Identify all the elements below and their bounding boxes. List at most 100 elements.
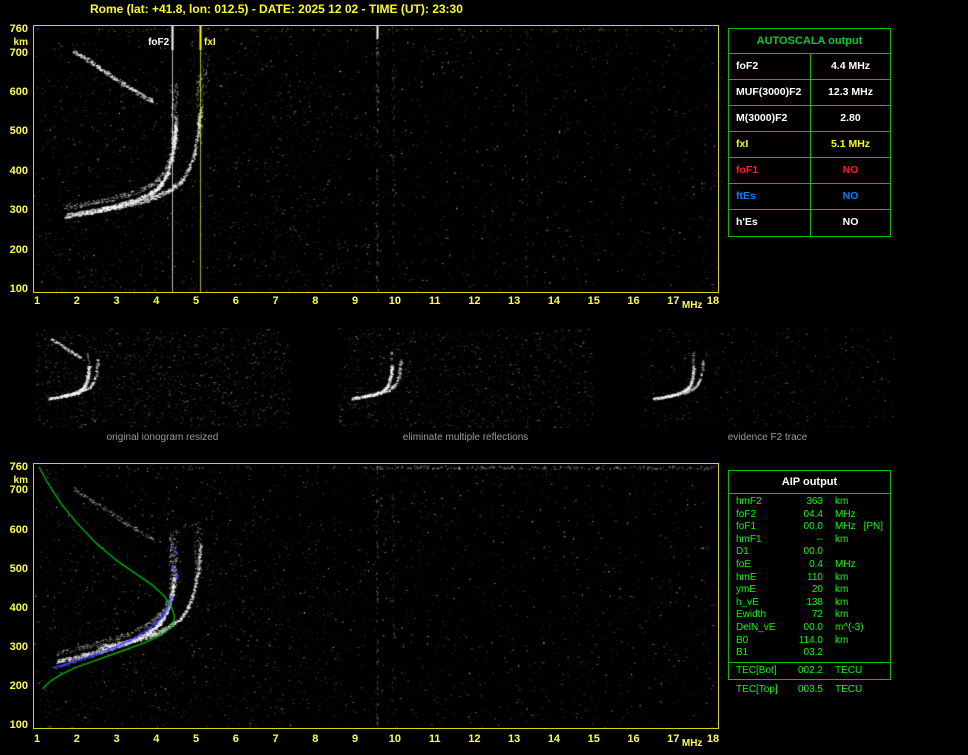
x-axis-tick-label: 10	[388, 733, 401, 745]
top-ionogram-plot: foF2 fxI	[33, 25, 719, 293]
x-axis-tick-label: 9	[352, 733, 359, 745]
bottom-ionogram-canvas	[34, 464, 718, 728]
thumbnail-caption: original ionogram resized	[106, 432, 219, 443]
param-value: --	[816, 533, 823, 545]
param-unit: km	[835, 584, 849, 596]
aip-row-TEC-top: TEC[Top] 003.5 TECU	[728, 684, 891, 697]
x-axis-tick-label: 12	[468, 733, 481, 745]
aip-row-TEC-bot: TEC[Bot] 002.2 TECU	[729, 665, 890, 678]
x-axis-tick-label: 7	[272, 733, 279, 745]
aip-row-foF2: foF2 04.4 MHz	[729, 509, 890, 522]
y-axis-tick-label: 100	[9, 719, 28, 731]
param-label: DelN_vE	[736, 621, 776, 633]
param-value: 00.0	[803, 546, 823, 558]
param-label: hmF1	[736, 533, 762, 545]
table-row-foF1: foF1 NO	[729, 158, 890, 184]
param-value: NO	[842, 190, 859, 202]
param-value: 20	[811, 584, 823, 596]
param-value: 00.0	[803, 521, 823, 533]
param-unit: MHz	[835, 508, 856, 520]
y-axis-tick-label: 700	[9, 46, 28, 59]
y-axis-tick-label: 500	[9, 125, 28, 138]
aip-row-D1: D1 00.0	[729, 546, 890, 559]
param-value: 0.4	[809, 558, 823, 570]
x-axis-tick-label: 3	[113, 733, 120, 745]
param-value: NO	[842, 216, 859, 228]
param-unit: MHz	[835, 558, 856, 570]
x-axis-tick-label: 18	[706, 295, 720, 307]
table-row-ftEs: ftEs NO	[729, 184, 890, 210]
param-label: B1	[736, 647, 749, 659]
param-label: h_vE	[736, 596, 759, 608]
x-axis-tick-label: 4	[153, 733, 160, 745]
param-label: foF1	[736, 521, 757, 533]
param-unit: TECU	[835, 684, 863, 695]
y-axis-tick-label: 300	[9, 640, 28, 653]
y-axis-tick-label: 100	[9, 283, 28, 295]
param-value: 114.0	[798, 634, 823, 646]
param-label: hmF2	[736, 496, 762, 507]
param-value: 138	[806, 596, 823, 608]
y-axis-tick-label: 200	[9, 679, 28, 692]
aip-row-B0: B0 114.0 km	[729, 635, 890, 648]
x-axis-tick-label: 6	[232, 295, 239, 307]
x-axis-tick-label: 11	[428, 295, 441, 307]
param-value: 4.4 MHz	[830, 60, 871, 72]
table-row-hEs: h'Es NO	[729, 210, 890, 236]
x-axis-tick-label: 5	[192, 733, 200, 745]
autoscala-output-table: AUTOSCALA output foF2 4.4 MHz MUF(3000)F…	[728, 28, 891, 237]
y-axis-tick-label: 700	[9, 484, 28, 497]
param-value: 110	[807, 571, 823, 583]
x-axis-tick-label: 13	[508, 295, 521, 307]
x-axis-tick-label: 1	[33, 733, 41, 745]
table-row-MUF3000F2: MUF(3000)F2 12.3 MHz	[729, 80, 890, 106]
param-value: 00.0	[803, 621, 823, 633]
aip-row-ymE: ymE 20 km	[729, 584, 890, 597]
param-label: D1	[736, 546, 749, 558]
x-axis-tick-label: 1	[33, 295, 41, 307]
param-unit: km	[835, 634, 849, 646]
param-label: hmE	[736, 571, 757, 583]
param-note: [PN]	[863, 521, 884, 533]
x-axis-tick-label: 11	[428, 733, 441, 745]
y-axis-tick-label: 400	[9, 601, 28, 614]
x-axis-tick-label: 2	[73, 295, 80, 307]
aip-output-table: AIP output hmF2 363 km foF2 04.4 MHz foF…	[728, 470, 891, 681]
param-unit: km	[835, 571, 849, 583]
param-value: NO	[842, 164, 859, 176]
autoscala-table-title: AUTOSCALA output	[729, 29, 890, 54]
x-axis-tick-label: 2	[73, 733, 80, 745]
x-axis-tick-label: 12	[468, 295, 481, 307]
param-value: 002.2	[797, 664, 823, 676]
param-value: 5.1 MHz	[830, 138, 871, 150]
param-value: 72	[811, 609, 823, 621]
x-axis-unit-label: MHz	[681, 738, 703, 749]
x-axis-tick-label: 5	[192, 295, 200, 307]
aip-row-B1: B1 03.2	[729, 647, 890, 660]
x-axis-unit-label: MHz	[681, 300, 703, 311]
x-axis-tick-label: 9	[352, 295, 359, 307]
param-value: 04.4	[803, 508, 823, 520]
x-axis-tick-label: 16	[627, 733, 640, 745]
param-value: 2.80	[840, 112, 861, 124]
param-value: 03.2	[803, 647, 823, 659]
param-unit: MHz	[835, 521, 856, 533]
y-axis-tick-label: 600	[9, 86, 28, 99]
param-label: foF2	[729, 54, 811, 79]
thumbnail-caption: evidence F2 trace	[727, 432, 808, 443]
thumbnail-original-ionogram	[35, 328, 290, 428]
param-unit: km	[835, 596, 849, 608]
param-label: ftEs	[729, 184, 811, 209]
param-label: foE	[736, 558, 752, 570]
x-axis-tick-label: 13	[508, 733, 521, 745]
param-value: 003.5	[797, 684, 823, 695]
table-row-foF2: foF2 4.4 MHz	[729, 54, 890, 80]
param-label: fxI	[729, 132, 811, 157]
y-axis-tick-label: 600	[9, 523, 28, 536]
x-axis-tick-label: 8	[312, 733, 319, 745]
autoscala-window: Rome (lat: +41.8, lon: 012.5) - DATE: 20…	[0, 0, 968, 755]
top-ionogram-canvas	[34, 26, 718, 292]
param-label: foF2	[736, 508, 757, 520]
param-label: MUF(3000)F2	[729, 80, 811, 105]
x-axis-tick-label: 14	[547, 295, 561, 307]
